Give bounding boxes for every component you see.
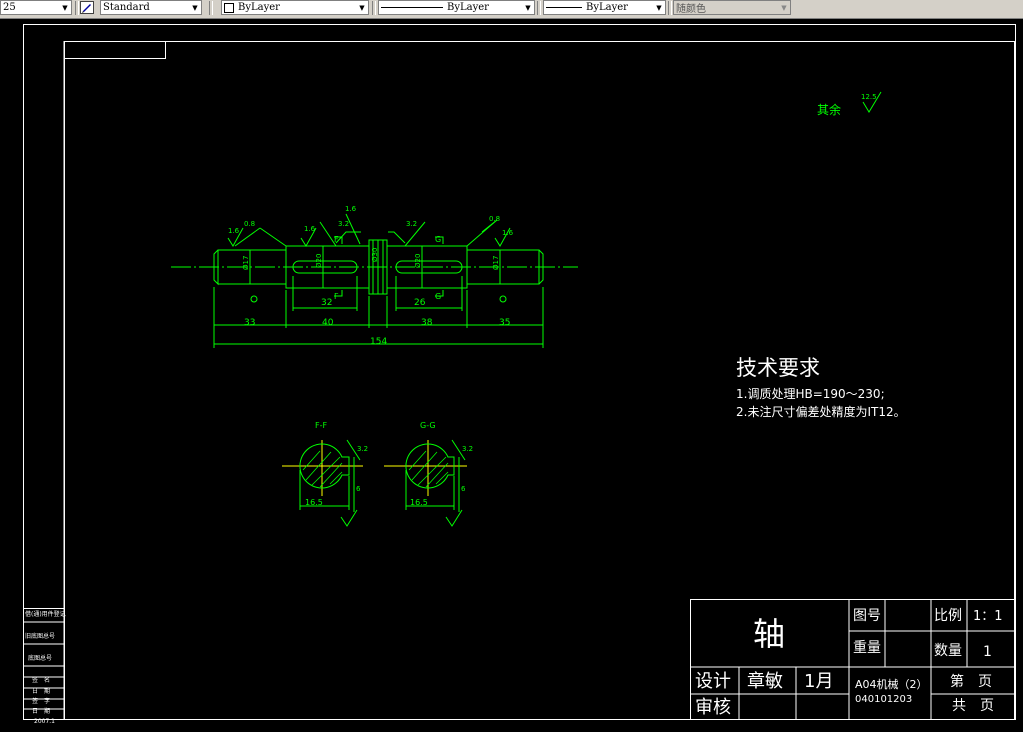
lineweight-combo[interactable]: ByLayer ▼ xyxy=(543,0,666,15)
sidebar-label: 借(通)用件登记 xyxy=(25,611,66,618)
roughness-0-8-a: 0.8 xyxy=(244,220,256,228)
section-g-depth: 6 xyxy=(461,485,466,493)
dim-33: 33 xyxy=(244,318,256,328)
dim-40: 40 xyxy=(322,318,334,328)
part-name: 轴 xyxy=(753,615,786,653)
section-f-width: 16.5 xyxy=(305,498,323,507)
tech-requirement-1: 1.调质处理HB=190～230; xyxy=(736,387,885,401)
scale-value: 1：1 xyxy=(973,609,1003,624)
plot-style-value: 随颜色 xyxy=(676,4,706,15)
plot-style-combo[interactable]: 随颜色 ▼ xyxy=(673,0,791,15)
linetype-combo[interactable]: ByLayer ▼ xyxy=(378,0,535,15)
sidebar-label: 签 名 xyxy=(32,677,51,684)
roughness-note-label: 其余 xyxy=(817,103,842,117)
toolbar-separator xyxy=(209,1,213,15)
roughness-3-2-a: 3.2 xyxy=(338,220,350,228)
section-g-width: 16.5 xyxy=(410,498,428,507)
toolbar-separator xyxy=(75,1,79,15)
scale-label: 比例 xyxy=(934,608,962,624)
qty-label: 数量 xyxy=(934,643,962,659)
designer-name: 章敏 xyxy=(747,671,783,692)
design-date: 1月 xyxy=(804,671,834,692)
lineweight-sample xyxy=(546,7,582,8)
text-style-value: Standard xyxy=(103,2,150,13)
roughness-3-2-b: 3.2 xyxy=(406,220,418,228)
dim-35: 35 xyxy=(499,318,511,328)
roughness-1-6-c: 1.6 xyxy=(502,229,514,237)
dia-17-right: Ø17 xyxy=(492,255,500,270)
chevron-down-icon: ▼ xyxy=(656,3,662,12)
weight-label: 重量 xyxy=(853,640,881,656)
section-g-label: G-G xyxy=(420,421,436,430)
sidebar-label: 日 期 xyxy=(32,708,51,715)
cut-mark-g-top: G xyxy=(435,235,442,244)
sidebar-label: 签 字 xyxy=(32,698,51,705)
dim-154: 154 xyxy=(370,337,388,347)
qty-value: 1 xyxy=(983,644,992,660)
class-name: A04机械（2） xyxy=(855,678,928,691)
section-f-label: F-F xyxy=(315,421,328,430)
section-f-roughness: 3.2 xyxy=(357,445,369,453)
tech-requirement-2: 2.未注尺寸偏差处精度为IT12。 xyxy=(736,405,906,419)
cad-drawing-svg xyxy=(23,24,1016,720)
linetype-value: ByLayer xyxy=(447,2,489,13)
roughness-1-6-b: 1.6 xyxy=(304,225,316,233)
check-label: 审核 xyxy=(695,697,731,718)
scale-combo-value: 25 xyxy=(3,2,16,13)
drawing-canvas[interactable]: 33 40 38 35 154 32 26 1.6 1.6 1.6 1.6 0.… xyxy=(0,18,1023,732)
properties-toolbar: 25 ▼ Standard ▼ ByLayer ▼ ByLayer ▼ ByLa… xyxy=(0,0,1023,19)
cut-mark-f-bottom: F xyxy=(334,292,339,301)
roughness-0-8-b: 0.8 xyxy=(489,215,501,223)
roughness-note-value: 12.5 xyxy=(861,93,877,101)
chevron-down-icon: ▼ xyxy=(781,3,787,12)
layer-color-combo[interactable]: ByLayer ▼ xyxy=(221,0,369,15)
sidebar-label: 旧底图总号 xyxy=(25,633,56,640)
roughness-1-6-d: 1.6 xyxy=(345,205,357,213)
drawing-no-label: 图号 xyxy=(853,608,881,624)
dim-38: 38 xyxy=(421,318,433,328)
cut-mark-g-bottom: G xyxy=(435,292,442,301)
scale-combo[interactable]: 25 ▼ xyxy=(0,0,72,15)
lineweight-value: ByLayer xyxy=(586,2,628,13)
chevron-down-icon: ▼ xyxy=(192,3,198,12)
chevron-down-icon: ▼ xyxy=(525,3,531,12)
toolbar-separator xyxy=(537,1,541,15)
dim-26: 26 xyxy=(414,298,426,308)
section-views xyxy=(282,439,467,527)
chevron-down-icon: ▼ xyxy=(62,3,68,12)
dia-30-collar: Ø30 xyxy=(371,247,379,262)
toolbar-separator xyxy=(372,1,376,15)
dia-20-right: Ø20 xyxy=(414,253,422,268)
total-sheets-label: 共 页 xyxy=(952,698,994,714)
cut-mark-f-top: F xyxy=(334,235,339,244)
section-f-depth: 6 xyxy=(356,485,361,493)
design-label: 设计 xyxy=(695,671,731,692)
toolbar-separator xyxy=(668,1,672,15)
sidebar-label: 2007.1 xyxy=(34,718,55,725)
sidebar-label: 日 期 xyxy=(32,688,51,695)
student-number: 040101203 xyxy=(855,694,913,705)
chevron-down-icon: ▼ xyxy=(359,3,365,12)
dia-20-left: Ø20 xyxy=(315,253,323,268)
text-style-icon[interactable] xyxy=(80,1,94,14)
linetype-sample xyxy=(381,7,443,8)
section-g-roughness: 3.2 xyxy=(462,445,474,453)
dim-32: 32 xyxy=(321,298,333,308)
layer-color-value: ByLayer xyxy=(238,2,280,13)
tech-requirements-title: 技术要求 xyxy=(736,356,820,380)
sidebar-label: 底图总号 xyxy=(28,655,53,662)
dia-17-left: Ø17 xyxy=(242,255,250,270)
text-style-combo[interactable]: Standard ▼ xyxy=(100,0,202,15)
roughness-1-6-a: 1.6 xyxy=(228,227,240,235)
color-swatch-icon xyxy=(224,2,234,13)
sheet-label: 第 页 xyxy=(950,674,992,690)
